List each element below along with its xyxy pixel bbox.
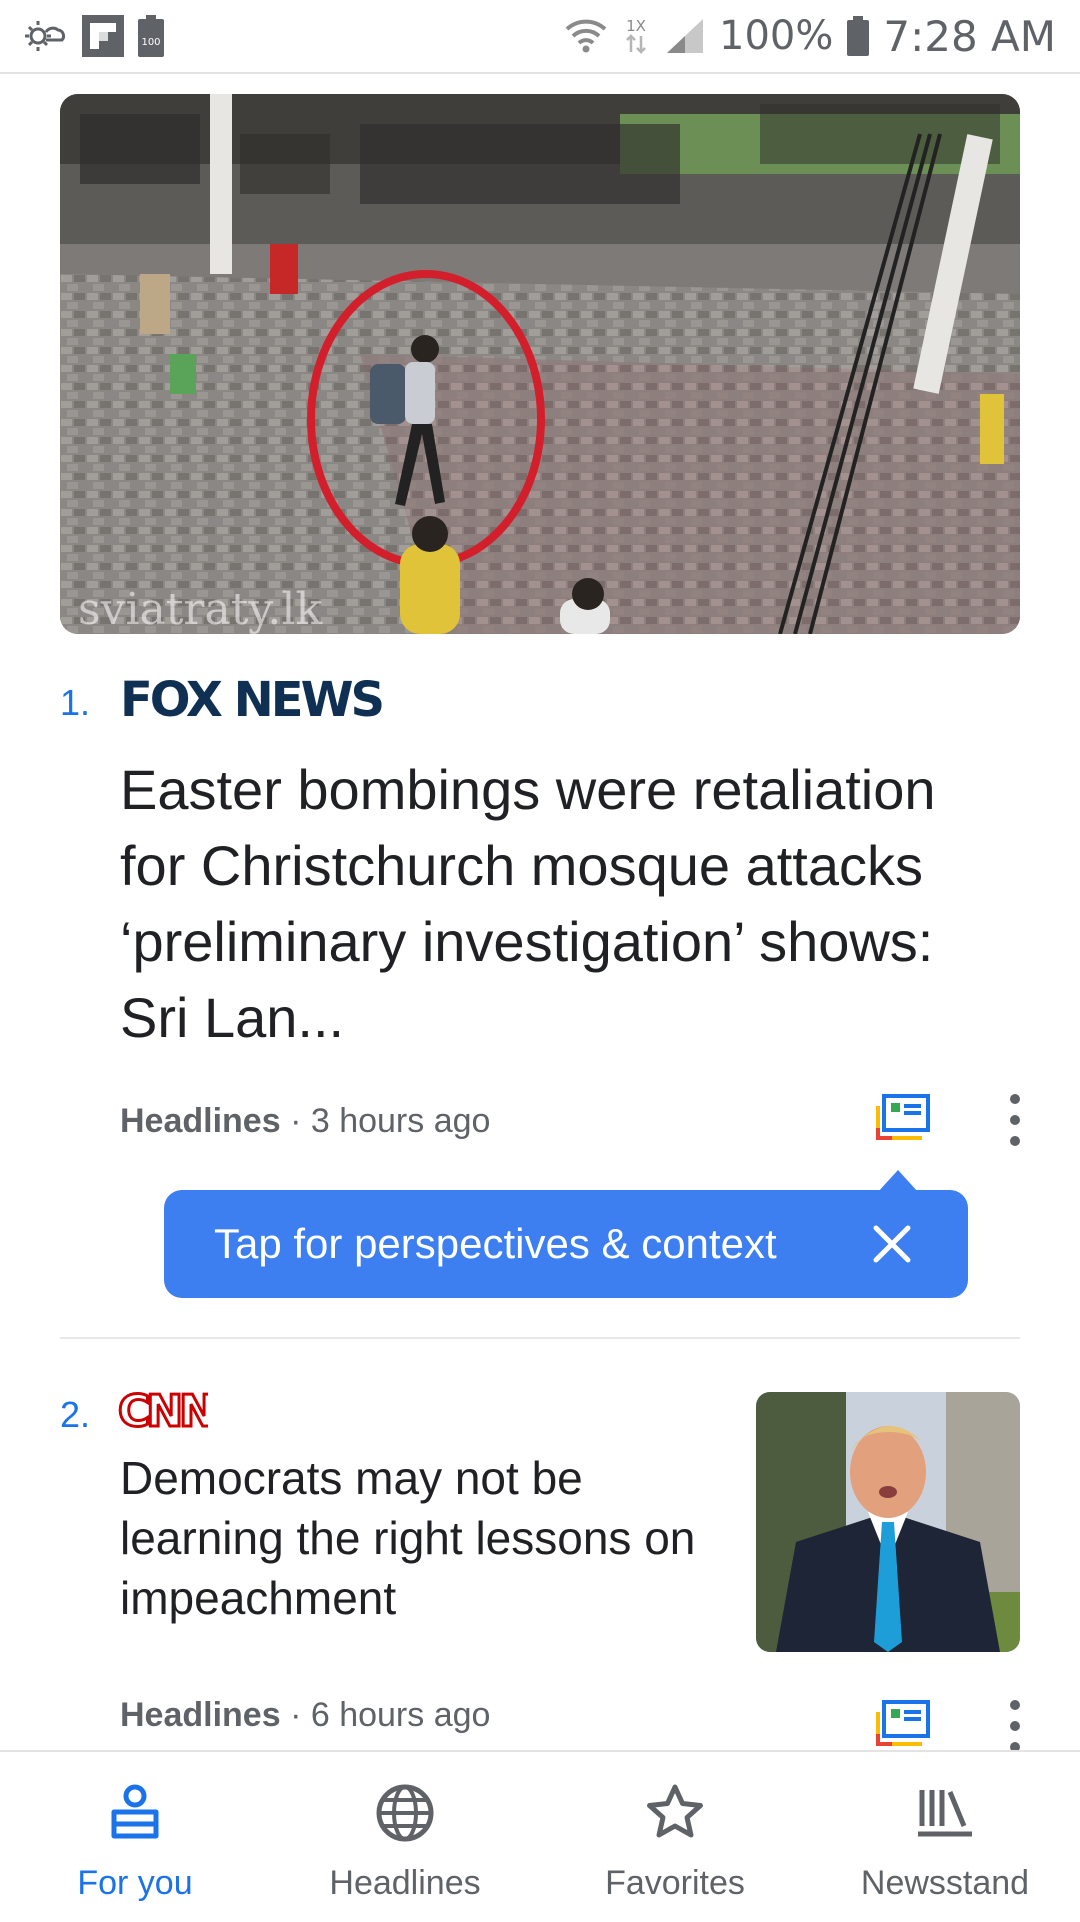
data-transfer-icon: 1X [626,17,646,54]
wifi-icon [565,19,607,53]
flipboard-icon [82,15,124,57]
nav-label-favorites: Favorites [605,1864,745,1902]
nav-label-newsstand: Newsstand [860,1864,1030,1902]
svg-text:100: 100 [141,37,160,48]
publisher-logo-cnn: CNN [118,1388,208,1432]
bottom-navigation: For you Headlines Favorites Newsstand [0,1750,1080,1922]
publisher-logo-fox-news: FOX NEWS [120,672,385,728]
nav-favorites[interactable]: Favorites [540,1752,810,1922]
article-1-more-options-icon[interactable] [1005,1094,1025,1146]
signal-icon [667,19,703,53]
star-icon [647,1784,703,1838]
for-you-icon [111,1784,159,1839]
article-2-more-options-icon[interactable] [1005,1700,1025,1752]
globe-icon [376,1784,434,1842]
battery-icon [847,16,870,56]
notification-icons: 100 [24,12,164,60]
portrait-photo [756,1392,1020,1652]
article-1-rank: 1. [60,682,91,723]
close-icon[interactable] [868,1220,916,1268]
system-status: 1X 100% 7:28 AM [565,8,1056,64]
cctv-photo: sviatraty.lk [60,94,1020,634]
article-2-time: · 6 hours ago [290,1696,491,1734]
article-2-headline[interactable]: Democrats may not be learning the right … [120,1448,720,1628]
svg-text:1X: 1X [626,17,646,35]
article-1-meta: Headlines · 3 hours ago [120,1102,490,1141]
battery-saver-icon: 100 [138,15,164,57]
svg-text:sviatraty.lk: sviatraty.lk [78,584,322,634]
article-2-meta: Headlines · 6 hours ago [120,1696,490,1735]
article-1-image[interactable]: sviatraty.lk [60,94,1020,634]
battery-percent: 100% [719,13,834,59]
article-1-headline[interactable]: Easter bombings were retaliation for Chr… [120,752,980,1056]
nav-headlines[interactable]: Headlines [270,1752,540,1922]
nav-label-headlines: Headlines [329,1864,481,1902]
weather-icon [25,21,66,51]
article-1-time: · 3 hours ago [290,1102,491,1140]
nav-newsstand[interactable]: Newsstand [810,1752,1080,1922]
nav-label-for-you: For you [77,1864,193,1902]
tooltip-arrow [878,1170,918,1192]
full-coverage-icon-2[interactable] [874,1700,930,1746]
svg-text:CNN: CNN [118,1388,208,1432]
tooltip-text: Tap for perspectives & context [214,1220,777,1267]
newsstand-icon [918,1790,972,1837]
nav-for-you[interactable]: For you [0,1752,270,1922]
article-2-rank: 2. [60,1394,91,1435]
clock: 7:28 AM [883,11,1056,61]
article-2-section: Headlines [120,1696,281,1734]
full-coverage-icon[interactable] [874,1094,930,1140]
article-2-thumbnail[interactable] [756,1392,1020,1652]
status-bar: 100 1X 100% 7:28 AM [0,0,1080,74]
perspectives-tooltip[interactable]: Tap for perspectives & context [164,1170,968,1298]
article-divider [60,1337,1020,1339]
article-1-section: Headlines [120,1102,281,1140]
